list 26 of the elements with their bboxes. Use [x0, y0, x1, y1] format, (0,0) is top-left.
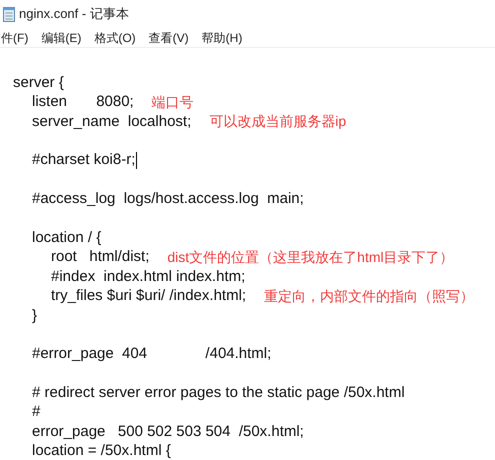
code-line: error_page 500 502 503 504 /50x.html;: [32, 422, 304, 442]
code-line: }: [32, 306, 38, 326]
code-line: #charset koi8-r;: [32, 150, 136, 170]
window-title: nginx.conf - 记事本: [19, 5, 129, 24]
menu-item[interactable]: 查看(V): [148, 28, 189, 46]
code-line: #error_page 404 /404.html;: [32, 344, 272, 364]
code-line: location / {: [32, 228, 102, 248]
code-line: server {: [13, 72, 64, 93]
menu-item[interactable]: 帮助(H): [202, 28, 242, 46]
code-line: #access_log logs/host.access.log main;: [32, 189, 304, 210]
menu-item[interactable]: 件(F): [1, 28, 28, 46]
menu-item[interactable]: 格式(O): [94, 28, 136, 46]
code-line: #index index.html index.htm;: [51, 266, 246, 287]
code-line: server_name localhost;: [32, 112, 192, 132]
code-line: #: [32, 402, 40, 422]
annotation: 可以改成当前服务器ip: [209, 112, 346, 132]
code-line: root html/dist;: [51, 247, 150, 268]
menu-item[interactable]: 编辑(E): [41, 28, 82, 46]
annotation: dist文件的位置（这里我放在了html目录下了）: [167, 248, 454, 268]
code-line: # redirect server error pages to the static page /50x.html: [32, 383, 405, 404]
annotation: 重定向，内部文件的指向（照写）: [264, 286, 474, 306]
code-line: try_files $uri $uri/ /index.html;: [51, 286, 246, 306]
annotation: 端口号: [152, 92, 194, 112]
code-line: location = /50x.html {: [32, 441, 171, 460]
code-line: listen 8080;: [32, 92, 134, 112]
notepad-icon: [3, 6, 15, 22]
